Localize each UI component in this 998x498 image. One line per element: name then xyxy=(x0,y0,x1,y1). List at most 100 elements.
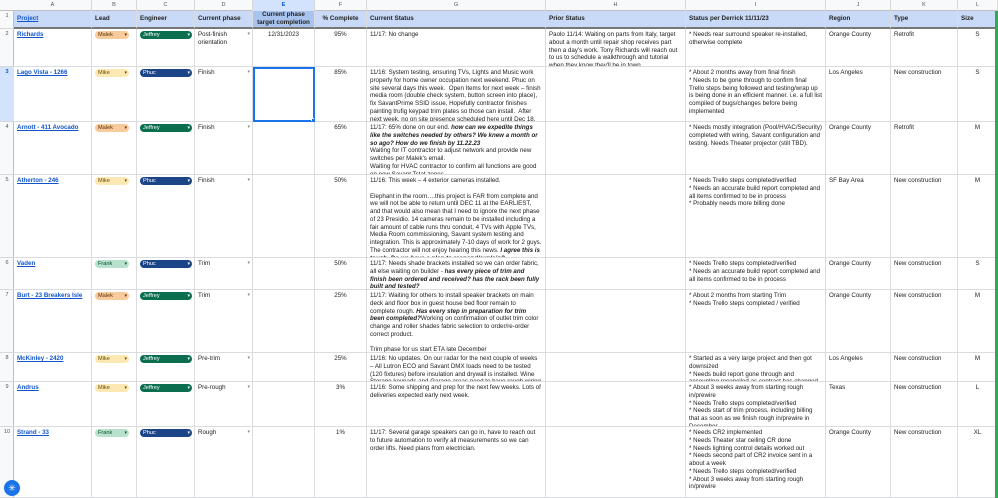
lead-cell[interactable]: Mike ▾ xyxy=(92,175,137,258)
prior-status-cell[interactable] xyxy=(546,175,686,258)
row-number[interactable]: 5 xyxy=(0,175,14,258)
target-cell[interactable]: 12/31/2023 xyxy=(253,29,315,67)
header-status-derrick[interactable]: Status per Derrick 11/11/23 xyxy=(686,11,826,29)
lead-chip[interactable]: Mike ▾ xyxy=(95,69,129,77)
lead-chip[interactable]: Mike ▾ xyxy=(95,355,129,363)
column-letter-a[interactable]: A xyxy=(14,0,92,11)
phase-cell[interactable]: Finish ▾ xyxy=(195,122,253,175)
size-cell[interactable]: XL xyxy=(958,427,998,498)
lead-cell[interactable]: Malek ▾ xyxy=(92,290,137,353)
pct-cell[interactable]: 50% xyxy=(315,258,367,290)
row-number[interactable]: 8 xyxy=(0,353,14,382)
engineer-cell[interactable]: Phuc ▾ xyxy=(137,175,195,258)
status-cell[interactable]: 11/16: Some shipping and prep for the ne… xyxy=(367,382,546,427)
project-cell[interactable]: Lago Vista - 1266 xyxy=(14,67,92,122)
engineer-cell[interactable]: Jeffrey ▾ xyxy=(137,290,195,353)
derrick-status-cell[interactable]: * About 3 weeks away from starting rough… xyxy=(686,382,826,427)
lead-cell[interactable]: Mike ▾ xyxy=(92,382,137,427)
engineer-chip[interactable]: Phuc ▾ xyxy=(140,429,192,437)
header-engineer[interactable]: Engineer xyxy=(137,11,195,29)
column-letter-d[interactable]: D xyxy=(195,0,253,11)
region-cell[interactable]: Texas xyxy=(826,382,891,427)
status-cell[interactable]: 11/16: This week – 4 exterior cameras in… xyxy=(367,175,546,258)
row-number[interactable]: 9 xyxy=(0,382,14,427)
region-cell[interactable]: SF Bay Area xyxy=(826,175,891,258)
size-cell[interactable]: L xyxy=(958,382,998,427)
project-cell[interactable]: Atherton - 246 xyxy=(14,175,92,258)
lead-chip[interactable]: Mike ▾ xyxy=(95,384,129,392)
engineer-cell[interactable]: Phuc ▾ xyxy=(137,427,195,498)
engineer-cell[interactable]: Phuc ▾ xyxy=(137,67,195,122)
column-letter-c[interactable]: C xyxy=(137,0,195,11)
header-current-phase[interactable]: Current phase xyxy=(195,11,253,29)
project-cell[interactable]: Andrus xyxy=(14,382,92,427)
phase-cell[interactable]: Trim ▾ xyxy=(195,258,253,290)
region-cell[interactable]: Orange County xyxy=(826,29,891,67)
lead-cell[interactable]: Malek ▾ xyxy=(92,29,137,67)
pct-cell[interactable]: 1% xyxy=(315,427,367,498)
pct-cell[interactable]: 65% xyxy=(315,122,367,175)
column-letter-f[interactable]: F xyxy=(315,0,367,11)
engineer-cell[interactable]: Jeffrey ▾ xyxy=(137,122,195,175)
row-number[interactable]: 6 xyxy=(0,258,14,290)
status-cell[interactable]: 11/17: No change xyxy=(367,29,546,67)
phase-cell[interactable]: Trim ▾ xyxy=(195,290,253,353)
lead-cell[interactable]: Malek ▾ xyxy=(92,122,137,175)
header-size[interactable]: Size xyxy=(958,11,998,29)
derrick-status-cell[interactable]: * Needs Trello steps completed/verified … xyxy=(686,175,826,258)
prior-status-cell[interactable] xyxy=(546,67,686,122)
status-cell[interactable]: 11/17: Several garage speakers can go in… xyxy=(367,427,546,498)
derrick-status-cell[interactable]: * Needs rear surround speaker re-install… xyxy=(686,29,826,67)
pct-cell[interactable]: 25% xyxy=(315,353,367,382)
lead-chip[interactable]: Malek ▾ xyxy=(95,124,129,132)
type-cell[interactable]: New construction xyxy=(891,258,958,290)
type-cell[interactable]: Retrofit xyxy=(891,122,958,175)
size-cell[interactable]: S xyxy=(958,29,998,67)
engineer-chip[interactable]: Jeffrey ▾ xyxy=(140,355,192,363)
phase-cell[interactable]: Pre-rough ▾ xyxy=(195,382,253,427)
phase-cell[interactable]: Rough ▾ xyxy=(195,427,253,498)
project-link[interactable]: McKinley - 2420 xyxy=(17,355,63,362)
project-cell[interactable]: Strand - 33 xyxy=(14,427,92,498)
target-cell-selected[interactable] xyxy=(253,67,315,122)
pct-cell[interactable]: 25% xyxy=(315,290,367,353)
header-target-completion[interactable]: Current phase target completion xyxy=(253,11,315,29)
project-link[interactable]: Lago Vista - 1266 xyxy=(17,69,67,76)
lead-chip[interactable]: Malek ▾ xyxy=(95,31,129,39)
engineer-chip[interactable]: Phuc ▾ xyxy=(140,260,192,268)
pct-cell[interactable]: 95% xyxy=(315,29,367,67)
project-cell[interactable]: Burt - 23 Breakers Isle xyxy=(14,290,92,353)
size-cell[interactable]: S xyxy=(958,258,998,290)
engineer-chip[interactable]: Jeffrey ▾ xyxy=(140,384,192,392)
lead-cell[interactable]: Frank ▾ xyxy=(92,258,137,290)
target-cell[interactable] xyxy=(253,427,315,498)
prior-status-cell[interactable] xyxy=(546,382,686,427)
column-letter-h[interactable]: H xyxy=(546,0,686,11)
region-cell[interactable]: Orange County xyxy=(826,290,891,353)
project-cell[interactable]: Vaden xyxy=(14,258,92,290)
derrick-status-cell[interactable]: * Started as a very large project and th… xyxy=(686,353,826,382)
sparkle-icon[interactable]: ✳ xyxy=(4,480,20,496)
status-cell[interactable]: 11/17: 65% done on our end. how can we e… xyxy=(367,122,546,175)
region-cell[interactable]: Orange County xyxy=(826,122,891,175)
header-pct-complete[interactable]: % Complete xyxy=(315,11,367,29)
lead-chip[interactable]: Frank ▾ xyxy=(95,260,129,268)
project-link[interactable]: Atherton - 246 xyxy=(17,177,59,184)
size-cell[interactable]: S xyxy=(958,67,998,122)
row-number[interactable]: 2 xyxy=(0,29,14,67)
type-cell[interactable]: New construction xyxy=(891,353,958,382)
prior-status-cell[interactable] xyxy=(546,290,686,353)
size-cell[interactable]: M xyxy=(958,353,998,382)
project-link[interactable]: Arnott - 411 Avocado xyxy=(17,124,78,131)
prior-status-cell[interactable] xyxy=(546,258,686,290)
status-cell[interactable]: 11/16: System testing, ensuring TVs, Lig… xyxy=(367,67,546,122)
row-number[interactable]: 3 xyxy=(0,67,14,122)
engineer-chip[interactable]: Jeffrey ▾ xyxy=(140,31,192,39)
prior-status-cell[interactable] xyxy=(546,353,686,382)
row-number[interactable]: 7 xyxy=(0,290,14,353)
type-cell[interactable]: New construction xyxy=(891,290,958,353)
prior-status-cell[interactable]: Paolo 11/14: Waiting on parts from Italy… xyxy=(546,29,686,67)
lead-chip[interactable]: Frank ▾ xyxy=(95,429,129,437)
lead-chip[interactable]: Mike ▾ xyxy=(95,177,129,185)
lead-cell[interactable]: Mike ▾ xyxy=(92,67,137,122)
